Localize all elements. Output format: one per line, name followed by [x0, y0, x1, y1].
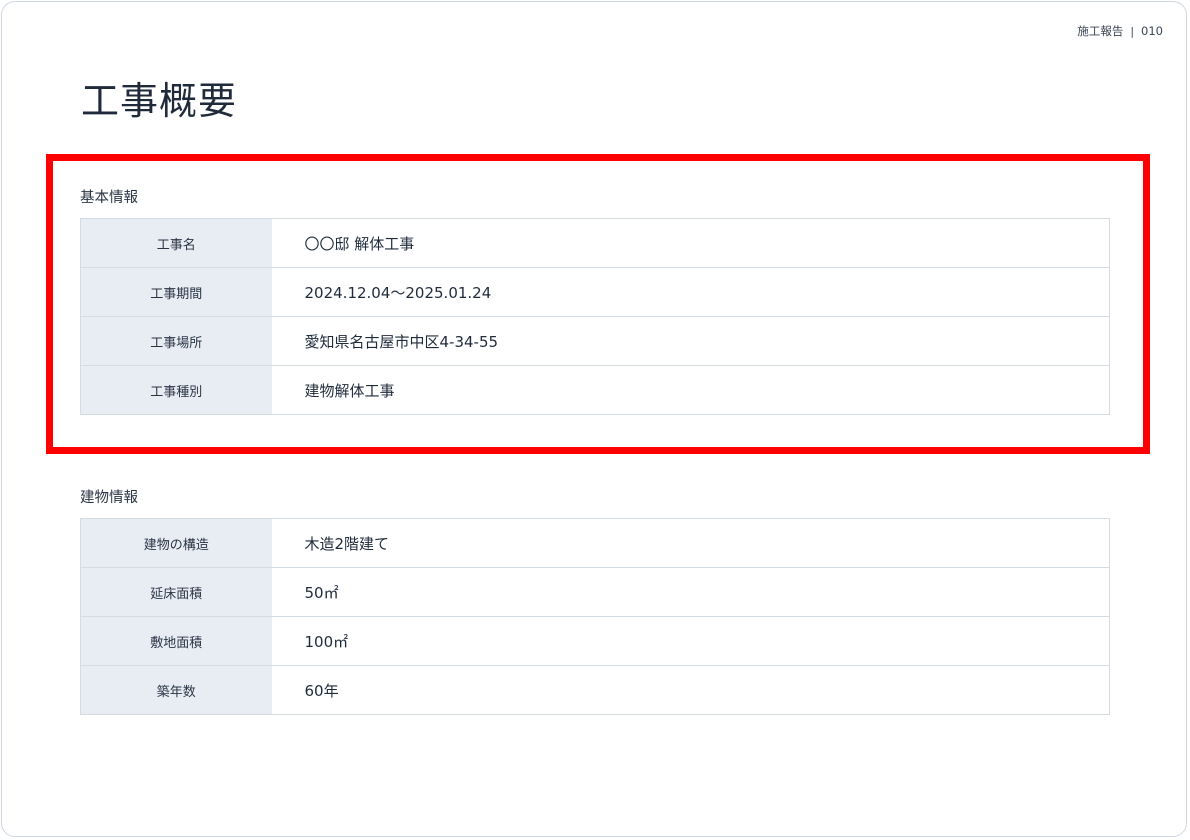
row-label: 工事期間 [80, 267, 272, 317]
row-label: 工事名 [80, 218, 272, 268]
row-label: 建物の構造 [80, 518, 272, 568]
table-row: 延床面積 50㎡ [80, 567, 1110, 617]
table-row: 工事場所 愛知県名古屋市中区4-34-55 [80, 316, 1110, 366]
row-label: 敷地面積 [80, 616, 272, 666]
row-value: 〇〇邸 解体工事 [271, 218, 1110, 268]
row-value: 2024.12.04〜2025.01.24 [271, 267, 1110, 317]
row-label: 工事種別 [80, 365, 272, 415]
table-row: 築年数 60年 [80, 665, 1110, 715]
basic-info-table: 工事名 〇〇邸 解体工事 工事期間 2024.12.04〜2025.01.24 … [80, 218, 1110, 415]
building-info-title: 建物情報 [80, 490, 138, 506]
header-separator: | [1130, 24, 1135, 38]
row-value: 愛知県名古屋市中区4-34-55 [271, 316, 1110, 366]
building-info-table: 建物の構造 木造2階建て 延床面積 50㎡ 敷地面積 100㎡ 築年数 60年 [80, 518, 1110, 715]
row-value: 60年 [271, 665, 1110, 715]
row-label: 工事場所 [80, 316, 272, 366]
table-row: 敷地面積 100㎡ [80, 616, 1110, 666]
header-meta: 施工報告 | 010 [1077, 23, 1163, 39]
page-title: 工事概要 [81, 79, 238, 123]
row-value: 建物解体工事 [271, 365, 1110, 415]
table-row: 工事名 〇〇邸 解体工事 [80, 218, 1110, 268]
table-row: 建物の構造 木造2階建て [80, 518, 1110, 568]
doc-label: 施工報告 [1077, 24, 1124, 38]
basic-info-title: 基本情報 [80, 190, 138, 206]
row-label: 延床面積 [80, 567, 272, 617]
page-number: 010 [1141, 24, 1163, 38]
table-row: 工事種別 建物解体工事 [80, 365, 1110, 415]
table-row: 工事期間 2024.12.04〜2025.01.24 [80, 267, 1110, 317]
row-value: 50㎡ [271, 567, 1110, 617]
row-value: 木造2階建て [271, 518, 1110, 568]
row-value: 100㎡ [271, 616, 1110, 666]
row-label: 築年数 [80, 665, 272, 715]
